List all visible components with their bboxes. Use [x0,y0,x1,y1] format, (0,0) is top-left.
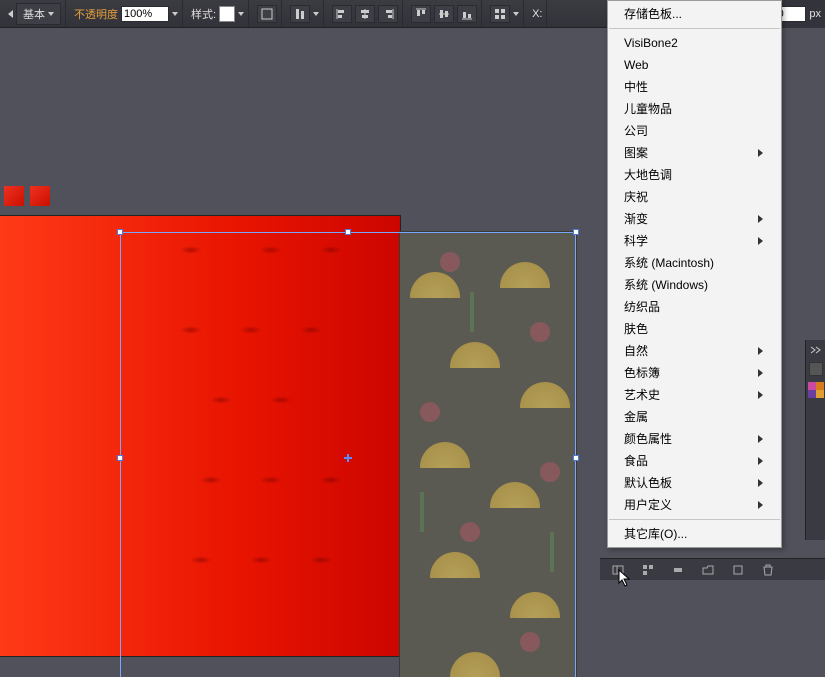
menu-item[interactable]: 图案 [608,142,781,164]
menu-item-label: 大地色调 [624,167,672,183]
chevron-left-icon [8,10,13,18]
swatches-panel-icon[interactable] [808,382,824,398]
align-bottom-icon[interactable] [457,5,477,23]
submenu-arrow-icon [758,149,763,157]
transform-icon[interactable] [490,5,510,23]
submenu-arrow-icon [758,501,763,509]
menu-item[interactable]: 食品 [608,450,781,472]
menu-item[interactable]: 纺织品 [608,296,781,318]
menu-item[interactable]: 自然 [608,340,781,362]
caret-down-icon [48,12,54,16]
menu-item[interactable]: 肤色 [608,318,781,340]
submenu-arrow-icon [758,479,763,487]
menu-item-label: 公司 [624,123,648,139]
menu-item[interactable]: 中性 [608,76,781,98]
history-swatch[interactable] [30,186,50,206]
history-swatch[interactable] [4,186,24,206]
document-setup-icon[interactable] [257,5,277,23]
menu-item-label: 艺术史 [624,387,660,403]
opacity-input[interactable] [121,6,169,22]
menu-item-label: 渐变 [624,211,648,227]
menu-item-label: 其它库(O)... [624,526,687,542]
cursor-icon [618,569,632,587]
caret-down-icon[interactable] [513,12,519,16]
swatches-panel-footer [600,558,825,580]
menu-item[interactable]: 其它库(O)... [608,523,781,545]
menu-item[interactable]: 颜色属性 [608,428,781,450]
menu-item-label: 中性 [624,79,648,95]
menu-item-label: 颜色属性 [624,431,672,447]
menu-separator [609,28,780,29]
submenu-arrow-icon [758,215,763,223]
menu-item-label: 金属 [624,409,648,425]
width-unit: px [809,8,821,20]
menu-separator [609,519,780,520]
new-swatch-icon[interactable] [730,562,746,578]
x-label: X: [532,8,542,20]
align-top-icon[interactable] [411,5,431,23]
caret-down-icon[interactable] [238,12,244,16]
basic-label: 基本 [23,6,45,22]
menu-item-label: 色标簿 [624,365,660,381]
menu-item-label: 科学 [624,233,648,249]
submenu-arrow-icon [758,369,763,377]
show-swatch-kinds-icon[interactable] [640,562,656,578]
menu-item-label: 存储色板... [624,6,682,22]
panel-dock [805,340,825,540]
menu-item[interactable]: 存储色板... [608,3,781,25]
red-artwork[interactable] [0,216,400,656]
style-swatch-button[interactable] [219,6,235,22]
menu-item[interactable]: 科学 [608,230,781,252]
panel-tab-icon[interactable] [809,362,823,376]
menu-item-label: 用户定义 [624,497,672,513]
menu-item-label: VisiBone2 [624,35,678,51]
menu-item[interactable]: 系统 (Macintosh) [608,252,781,274]
menu-item-label: Web [624,57,648,73]
menu-item[interactable]: 渐变 [608,208,781,230]
align-right-icon[interactable] [378,5,398,23]
fan-pattern-artwork[interactable] [400,232,576,677]
menu-item[interactable]: 系统 (Windows) [608,274,781,296]
menu-item-label: 图案 [624,145,648,161]
menu-item[interactable]: 金属 [608,406,781,428]
menu-item[interactable]: 艺术史 [608,384,781,406]
style-label: 样式: [191,6,216,22]
menu-item[interactable]: 公司 [608,120,781,142]
menu-item-label: 儿童物品 [624,101,672,117]
swatch-options-icon[interactable] [670,562,686,578]
opacity-label: 不透明度 [74,6,118,22]
menu-item[interactable]: 庆祝 [608,186,781,208]
menu-item[interactable]: 默认色板 [608,472,781,494]
caret-down-icon[interactable] [313,12,319,16]
submenu-arrow-icon [758,457,763,465]
caret-down-icon[interactable] [172,12,178,16]
align-icon[interactable] [290,5,310,23]
submenu-arrow-icon [758,347,763,355]
submenu-arrow-icon [758,391,763,399]
submenu-arrow-icon [758,435,763,443]
menu-item-label: 默认色板 [624,475,672,491]
align-hcenter-icon[interactable] [355,5,375,23]
align-vcenter-icon[interactable] [434,5,454,23]
menu-item-label: 自然 [624,343,648,359]
align-left-icon[interactable] [332,5,352,23]
menu-item[interactable]: VisiBone2 [608,32,781,54]
delete-swatch-icon[interactable] [760,562,776,578]
basic-dropdown[interactable]: 基本 [16,3,61,25]
menu-item[interactable]: 儿童物品 [608,98,781,120]
menu-item[interactable]: Web [608,54,781,76]
expand-panels-icon[interactable] [808,344,824,356]
menu-item-label: 庆祝 [624,189,648,205]
menu-item[interactable]: 色标簿 [608,362,781,384]
menu-item-label: 纺织品 [624,299,660,315]
menu-item-label: 食品 [624,453,648,469]
menu-item[interactable]: 大地色调 [608,164,781,186]
menu-item-label: 肤色 [624,321,648,337]
swatch-library-menu: 存储色板... VisiBone2 Web 中性儿童物品公司图案大地色调庆祝渐变科学系… [607,0,782,548]
menu-item[interactable]: 用户定义 [608,494,781,516]
menu-item-label: 系统 (Macintosh) [624,255,714,271]
submenu-arrow-icon [758,237,763,245]
menu-item-label: 系统 (Windows) [624,277,708,293]
new-group-icon[interactable] [700,562,716,578]
